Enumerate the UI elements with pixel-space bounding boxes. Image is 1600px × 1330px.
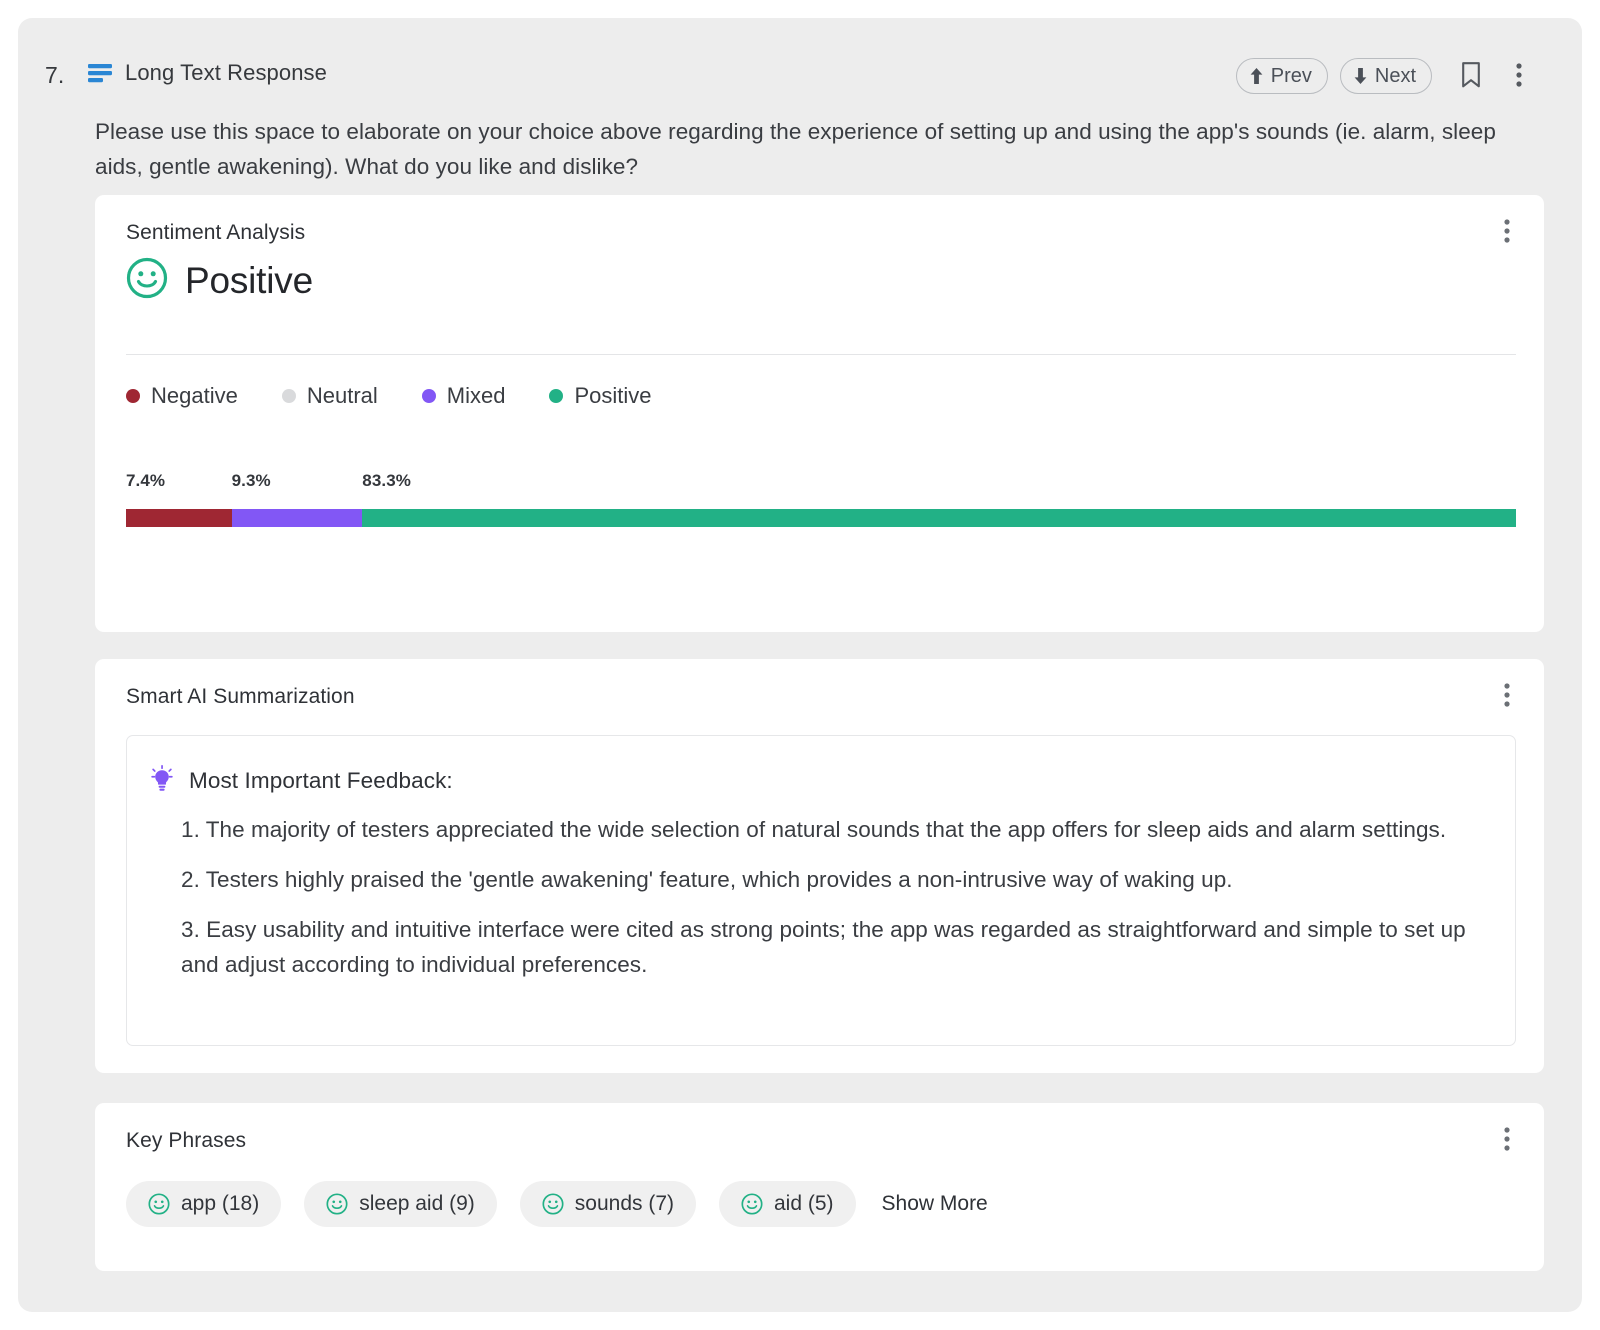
kebab-menu-icon bbox=[1504, 1127, 1510, 1154]
legend-color-dot bbox=[549, 389, 563, 403]
key-phrase-chip-label: sounds (7) bbox=[575, 1192, 674, 1216]
smiley-positive-icon bbox=[126, 257, 168, 304]
feedback-item: 3. Easy usability and intuitive interfac… bbox=[181, 912, 1479, 982]
key-phrase-chip[interactable]: aid (5) bbox=[719, 1181, 856, 1227]
smiley-positive-icon bbox=[148, 1193, 170, 1215]
legend-color-dot bbox=[422, 389, 436, 403]
sentiment-card-title: Sentiment Analysis bbox=[126, 221, 305, 245]
legend-label: Mixed bbox=[447, 383, 506, 409]
kebab-menu-icon bbox=[1504, 683, 1510, 710]
key-phrase-chip[interactable]: app (18) bbox=[126, 1181, 281, 1227]
show-more-link[interactable]: Show More bbox=[882, 1192, 988, 1216]
question-type: Long Text Response bbox=[88, 60, 327, 86]
question-prompt: Please use this space to elaborate on yo… bbox=[95, 114, 1535, 184]
sentiment-analysis-card: Sentiment Analysis Positive bbox=[95, 195, 1544, 632]
summary-content-box: Most Important Feedback: 1. The majority… bbox=[126, 735, 1516, 1046]
feedback-item: 2. Testers highly praised the 'gentle aw… bbox=[181, 862, 1479, 897]
sentiment-bar-value-labels: 7.4% 9.3% 83.3% bbox=[126, 471, 1516, 495]
feedback-heading-label: Most Important Feedback: bbox=[189, 768, 453, 794]
question-type-label: Long Text Response bbox=[125, 60, 327, 86]
arrow-up-icon bbox=[1250, 68, 1263, 84]
feedback-item: 1. The majority of testers appreciated t… bbox=[181, 812, 1479, 847]
prev-button[interactable]: Prev bbox=[1236, 58, 1328, 94]
sentiment-verdict-label: Positive bbox=[185, 260, 313, 302]
sentiment-divider bbox=[126, 354, 1516, 355]
smiley-positive-icon bbox=[542, 1193, 564, 1215]
sentiment-bar-value-label: 83.3% bbox=[362, 471, 411, 491]
key-phrase-chip-label: sleep aid (9) bbox=[359, 1192, 475, 1216]
legend-color-dot bbox=[126, 389, 140, 403]
lightbulb-icon bbox=[150, 765, 174, 796]
prev-button-label: Prev bbox=[1271, 65, 1312, 88]
bookmark-button[interactable] bbox=[1454, 59, 1488, 93]
smiley-positive-icon bbox=[741, 1193, 763, 1215]
smiley-positive-icon bbox=[326, 1193, 348, 1215]
sentiment-bar-value-label: 7.4% bbox=[126, 471, 165, 491]
legend-label: Negative bbox=[151, 383, 238, 409]
question-panel: 7. Long Text Response Prev bbox=[18, 18, 1582, 1312]
sentiment-legend: Negative Neutral Mixed Positive bbox=[126, 383, 652, 409]
sentiment-card-more-menu-button[interactable] bbox=[1490, 215, 1524, 249]
question-actions: Prev Next bbox=[1236, 58, 1536, 94]
arrow-down-icon bbox=[1354, 68, 1367, 84]
key-phrase-chip-label: app (18) bbox=[181, 1192, 259, 1216]
legend-label: Neutral bbox=[307, 383, 378, 409]
key-phrases-card-more-menu-button[interactable] bbox=[1490, 1123, 1524, 1157]
key-phrase-chip[interactable]: sleep aid (9) bbox=[304, 1181, 497, 1227]
legend-item: Negative bbox=[126, 383, 238, 409]
sentiment-bar-segment bbox=[362, 509, 1516, 527]
summary-card-more-menu-button[interactable] bbox=[1490, 679, 1524, 713]
next-button-label: Next bbox=[1375, 65, 1416, 88]
long-text-response-icon bbox=[88, 63, 112, 83]
legend-color-dot bbox=[282, 389, 296, 403]
next-button[interactable]: Next bbox=[1340, 58, 1432, 94]
smart-ai-summarization-card: Smart AI Summarization bbox=[95, 659, 1544, 1073]
sentiment-bar-value-label: 9.3% bbox=[232, 471, 271, 491]
kebab-menu-icon bbox=[1516, 63, 1522, 90]
sentiment-bar-segment bbox=[126, 509, 232, 527]
feedback-list: 1. The majority of testers appreciated t… bbox=[181, 812, 1479, 982]
key-phrases-card: Key Phrases app (18) sleep aid (9) sounds … bbox=[95, 1103, 1544, 1271]
bookmark-icon bbox=[1461, 62, 1481, 91]
key-phrase-chip-list: app (18) sleep aid (9) sounds (7) aid (5) Sh… bbox=[126, 1181, 988, 1227]
legend-item: Positive bbox=[549, 383, 651, 409]
sentiment-bar-chart: 7.4% 9.3% 83.3% bbox=[126, 471, 1516, 495]
question-number: 7. bbox=[45, 62, 64, 89]
key-phrase-chip-label: aid (5) bbox=[774, 1192, 834, 1216]
question-more-menu-button[interactable] bbox=[1502, 59, 1536, 93]
question-header: 7. Long Text Response Prev bbox=[18, 18, 1582, 104]
sentiment-bar-segment bbox=[232, 509, 363, 527]
legend-label: Positive bbox=[574, 383, 651, 409]
kebab-menu-icon bbox=[1504, 219, 1510, 246]
most-important-feedback-heading: Most Important Feedback: bbox=[150, 765, 453, 796]
legend-item: Mixed bbox=[422, 383, 506, 409]
key-phrases-card-title: Key Phrases bbox=[126, 1129, 246, 1153]
summary-card-title: Smart AI Summarization bbox=[126, 685, 355, 709]
key-phrase-chip[interactable]: sounds (7) bbox=[520, 1181, 696, 1227]
sentiment-verdict: Positive bbox=[126, 257, 313, 304]
legend-item: Neutral bbox=[282, 383, 378, 409]
sentiment-bar-track bbox=[126, 509, 1516, 527]
